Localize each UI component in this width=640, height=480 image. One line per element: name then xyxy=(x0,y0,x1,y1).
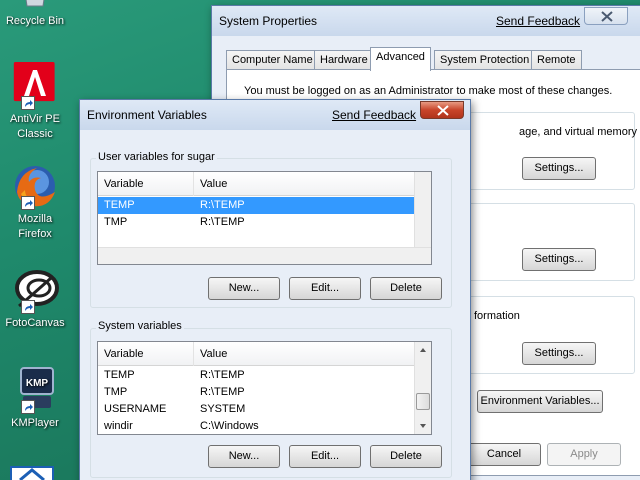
admin-note: You must be logged on as an Administrato… xyxy=(244,85,613,97)
send-feedback-link[interactable]: Send Feedback xyxy=(332,108,416,122)
user-delete-button[interactable]: Delete xyxy=(370,277,442,300)
desktop-icon-firefox[interactable]: Mozilla Firefox xyxy=(0,162,70,242)
environment-variables-button[interactable]: Environment Variables... xyxy=(477,390,603,413)
antivir-icon xyxy=(11,62,59,110)
startup-description: formation xyxy=(474,310,520,322)
variable-cell: TMP xyxy=(104,216,128,228)
shortcut-arrow-icon xyxy=(21,196,35,210)
tab-advanced[interactable]: Advanced xyxy=(370,47,431,71)
desktop-icon-label: FotoCanvas xyxy=(5,317,65,329)
shortcut-arrow-icon xyxy=(21,400,35,414)
vertical-scrollbar[interactable] xyxy=(414,172,431,247)
desktop-icon-antivir[interactable]: AntiVir PE Classic xyxy=(0,62,70,142)
scroll-up-button[interactable] xyxy=(415,342,431,359)
system-delete-button[interactable]: Delete xyxy=(370,445,442,468)
desktop-icon-label: Recycle Bin xyxy=(5,15,65,27)
system-properties-titlebar[interactable]: System Properties Send Feedback xyxy=(212,6,640,36)
variable-cell: USERNAME xyxy=(104,403,167,415)
desktop-icon-kmplayer[interactable]: KMP KMPlayer xyxy=(0,366,70,431)
tab-remote[interactable]: Remote xyxy=(531,50,582,70)
horizontal-scrollbar[interactable] xyxy=(98,247,431,264)
shortcut-arrow-icon xyxy=(21,300,35,314)
desktop-icon-label: KMPlayer xyxy=(11,417,59,429)
user-new-button[interactable]: New... xyxy=(208,277,280,300)
list-header: Variable Value xyxy=(98,172,415,196)
column-header-value[interactable]: Value xyxy=(194,172,415,196)
value-cell: R:\TEMP xyxy=(200,369,245,381)
system-variables-label: System variables xyxy=(96,320,184,332)
user-variables-label: User variables for sugar xyxy=(96,151,217,163)
tab-computer-name[interactable]: Computer Name xyxy=(226,50,319,70)
environment-variables-window: Environment Variables Send Feedback User… xyxy=(79,99,471,480)
system-variables-list[interactable]: Variable Value TEMP R:\TEMP TMP R:\TEMP … xyxy=(97,341,432,435)
window-title: Environment Variables xyxy=(87,108,207,122)
kmplayer-icon: KMP xyxy=(11,366,59,414)
close-icon xyxy=(437,105,449,116)
value-cell: R:\TEMP xyxy=(200,199,245,211)
table-row[interactable]: TEMP R:\TEMP xyxy=(98,367,415,384)
tab-hardware[interactable]: Hardware xyxy=(314,50,374,70)
startup-settings-button[interactable]: Settings... xyxy=(522,342,596,365)
desktop-icon-label: AntiVir PE xyxy=(10,113,60,125)
environment-variables-titlebar[interactable]: Environment Variables Send Feedback xyxy=(80,100,470,130)
chevron-down-icon xyxy=(420,424,426,428)
column-header-variable[interactable]: Variable xyxy=(98,172,194,196)
system-edit-button[interactable]: Edit... xyxy=(289,445,361,468)
send-feedback-link[interactable]: Send Feedback xyxy=(496,14,580,28)
user-profiles-settings-button[interactable]: Settings... xyxy=(522,248,596,271)
value-cell: R:\TEMP xyxy=(200,216,245,228)
variable-cell: TEMP xyxy=(104,199,135,211)
apply-button[interactable]: Apply xyxy=(547,443,621,466)
performance-description: age, and virtual memory xyxy=(519,126,637,138)
scroll-down-button[interactable] xyxy=(415,417,431,434)
table-row[interactable]: TMP R:\TEMP xyxy=(98,214,415,231)
tab-system-protection[interactable]: System Protection xyxy=(434,50,536,70)
table-row[interactable]: TMP R:\TEMP xyxy=(98,384,415,401)
recycle-bin-icon xyxy=(11,0,59,12)
partial-app-icon xyxy=(19,468,45,480)
system-new-button[interactable]: New... xyxy=(208,445,280,468)
close-button[interactable] xyxy=(584,7,628,25)
user-variables-list[interactable]: Variable Value TEMP R:\TEMP TMP R:\TEMP xyxy=(97,171,432,265)
desktop-icon-label-line2: Firefox xyxy=(18,228,52,240)
table-row[interactable]: TEMP R:\TEMP xyxy=(98,197,415,214)
desktop-icon-fotocanvas[interactable]: FotoCanvas xyxy=(0,266,70,331)
firefox-icon xyxy=(11,162,59,210)
value-cell: SYSTEM xyxy=(200,403,246,415)
fotocanvas-icon xyxy=(11,266,59,314)
variable-cell: windir xyxy=(104,420,133,432)
value-cell: R:\TEMP xyxy=(200,386,245,398)
close-icon xyxy=(601,11,613,22)
value-cell: C:\Windows xyxy=(200,420,259,432)
column-header-value[interactable]: Value xyxy=(194,342,415,366)
variable-cell: TEMP xyxy=(104,369,135,381)
window-title: System Properties xyxy=(219,14,318,28)
partial-desktop-icon[interactable] xyxy=(10,466,54,480)
scroll-thumb[interactable] xyxy=(416,393,430,410)
user-edit-button[interactable]: Edit... xyxy=(289,277,361,300)
desktop-icon-label-line2: Classic xyxy=(17,128,53,140)
performance-settings-button[interactable]: Settings... xyxy=(522,157,596,180)
vertical-scrollbar[interactable] xyxy=(414,342,431,434)
table-row[interactable]: USERNAME SYSTEM xyxy=(98,401,415,418)
column-header-variable[interactable]: Variable xyxy=(98,342,194,366)
close-button[interactable] xyxy=(420,101,464,119)
list-header: Variable Value xyxy=(98,342,415,366)
kmp-badge: KMP xyxy=(26,378,49,389)
variable-cell: TMP xyxy=(104,386,128,398)
shortcut-arrow-icon xyxy=(21,96,35,110)
desktop-icon-label: Mozilla xyxy=(17,213,53,225)
table-row[interactable]: windir C:\Windows xyxy=(98,418,415,434)
desktop-icon-recycle-bin[interactable]: Recycle Bin xyxy=(0,0,70,29)
cancel-button[interactable]: Cancel xyxy=(467,443,541,466)
chevron-up-icon xyxy=(420,348,426,352)
